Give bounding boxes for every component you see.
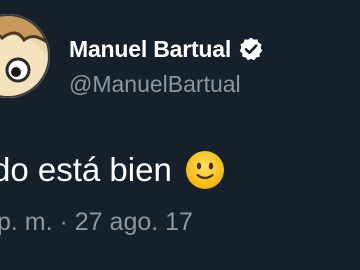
tweet-card: Manuel Bartual @ManuelBartual do está bi… <box>0 0 360 270</box>
tweet-timestamp[interactable]: p. m. · 27 ago. 17 <box>0 208 193 237</box>
avatar[interactable] <box>0 14 50 98</box>
verified-badge-icon <box>238 36 264 62</box>
user-handle[interactable]: @ManuelBartual <box>69 71 264 98</box>
author-block: Manuel Bartual @ManuelBartual <box>69 34 264 98</box>
slightly-smiling-face-icon <box>185 150 225 190</box>
tweet-text: do está bien <box>0 151 172 188</box>
display-name[interactable]: Manuel Bartual <box>69 36 231 63</box>
cartoon-avatar-icon <box>0 14 50 98</box>
tweet-text-row: do está bien <box>0 150 225 190</box>
name-row: Manuel Bartual <box>69 34 264 64</box>
